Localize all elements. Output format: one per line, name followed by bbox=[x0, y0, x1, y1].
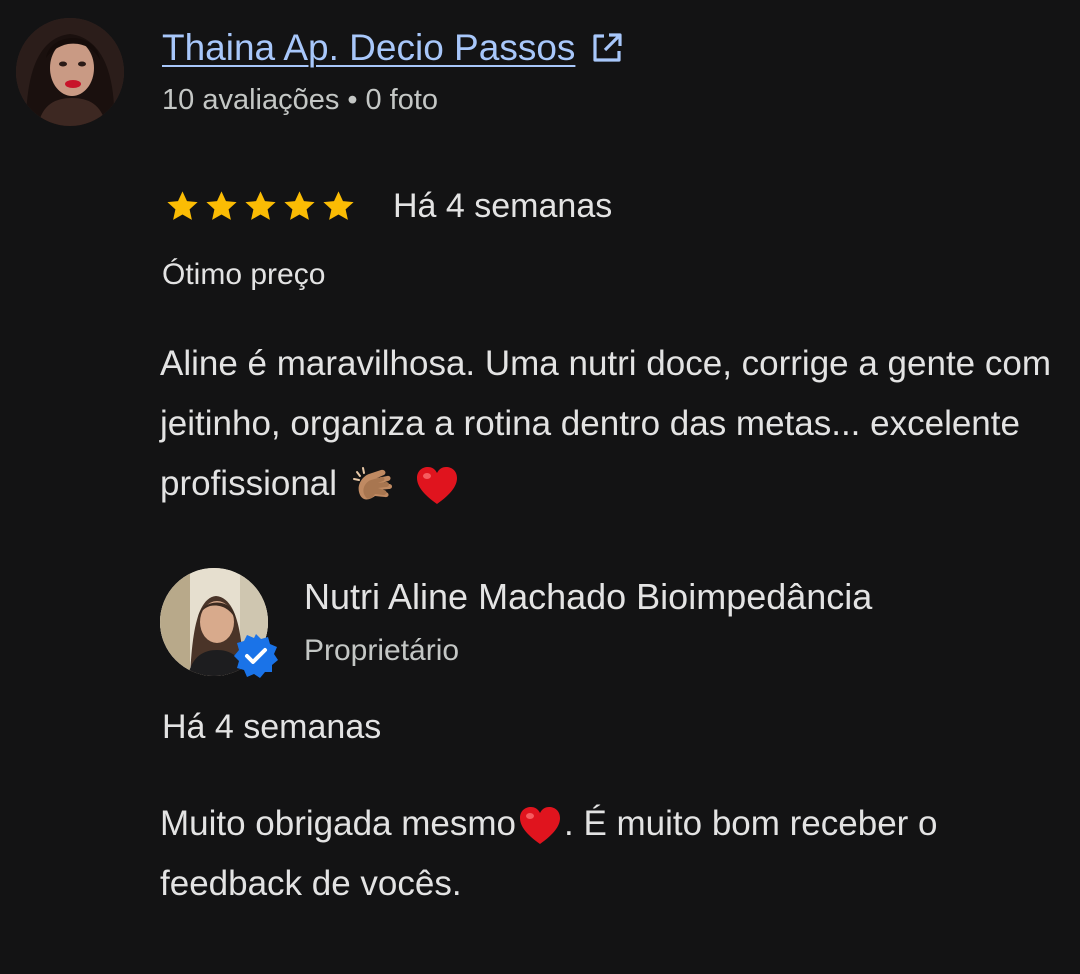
star-icon bbox=[320, 188, 357, 225]
star-rating bbox=[164, 188, 357, 225]
review-card: Thaina Ap. Decio Passos 10 avaliações • 0 … bbox=[0, 0, 1080, 974]
red-heart-icon bbox=[413, 462, 461, 510]
owner-name: Nutri Aline Machado Bioimpedância bbox=[304, 576, 873, 617]
star-icon bbox=[281, 188, 318, 225]
reviewer-name-link[interactable]: Thaina Ap. Decio Passos bbox=[162, 27, 575, 69]
reply-body-start: Muito obrigada mesmo bbox=[160, 804, 516, 843]
clapping-hands-icon bbox=[351, 462, 399, 510]
review-body: Aline é maravilhosa. Uma nutri doce, cor… bbox=[160, 344, 1051, 503]
reply-date: Há 4 semanas bbox=[162, 708, 382, 746]
review-date: Há 4 semanas bbox=[393, 186, 613, 225]
star-icon bbox=[242, 188, 279, 225]
reviewer-review-count: 10 avaliações bbox=[162, 84, 340, 116]
star-icon bbox=[164, 188, 201, 225]
rating-row: Há 4 semanas bbox=[164, 184, 612, 228]
reviewer-meta: 10 avaliações • 0 foto bbox=[162, 84, 438, 117]
review-text: Aline é maravilhosa. Uma nutri doce, cor… bbox=[160, 334, 1060, 514]
verified-badge-icon bbox=[232, 632, 280, 680]
owner-role: Proprietário bbox=[304, 634, 460, 667]
reply-text: Muito obrigada mesmo . É muito bom receb… bbox=[160, 794, 1020, 914]
meta-separator: • bbox=[347, 84, 358, 116]
reviewer-name-row: Thaina Ap. Decio Passos bbox=[162, 24, 625, 72]
review-tag: Ótimo preço bbox=[162, 258, 326, 291]
external-link-icon[interactable] bbox=[589, 30, 625, 66]
reviewer-photo-count: 0 foto bbox=[365, 84, 439, 116]
star-icon bbox=[203, 188, 240, 225]
reviewer-avatar[interactable] bbox=[16, 18, 124, 126]
red-heart-icon bbox=[516, 802, 564, 850]
